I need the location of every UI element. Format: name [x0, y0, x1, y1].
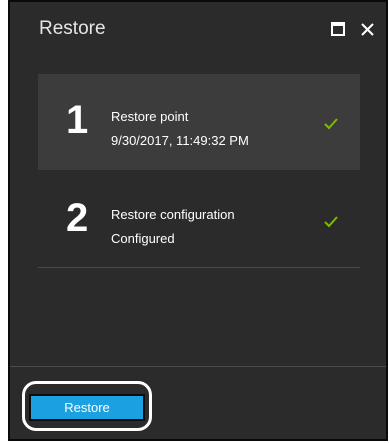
step-restore-point[interactable]: 1 Restore point 9/30/2017, 11:49:32 PM [38, 74, 360, 170]
step-number: 1 [66, 98, 89, 142]
maximize-icon[interactable] [331, 22, 345, 36]
close-icon[interactable] [360, 22, 375, 37]
step-title: Restore point [111, 109, 189, 124]
checkmark-icon [324, 216, 338, 228]
restore-blade: Restore 1 Restore point 9/30/2017, 11:49… [8, 0, 388, 441]
step-subtitle: Configured [111, 231, 175, 246]
step-title: Restore configuration [111, 207, 235, 222]
checkmark-icon [324, 118, 338, 130]
blade-title: Restore [39, 18, 106, 39]
restore-button[interactable]: Restore [29, 394, 145, 421]
step-restore-configuration[interactable]: 2 Restore configuration Configured [38, 172, 360, 268]
footer-divider [10, 366, 386, 367]
step-subtitle: 9/30/2017, 11:49:32 PM [111, 133, 249, 148]
step-number: 2 [66, 196, 89, 240]
